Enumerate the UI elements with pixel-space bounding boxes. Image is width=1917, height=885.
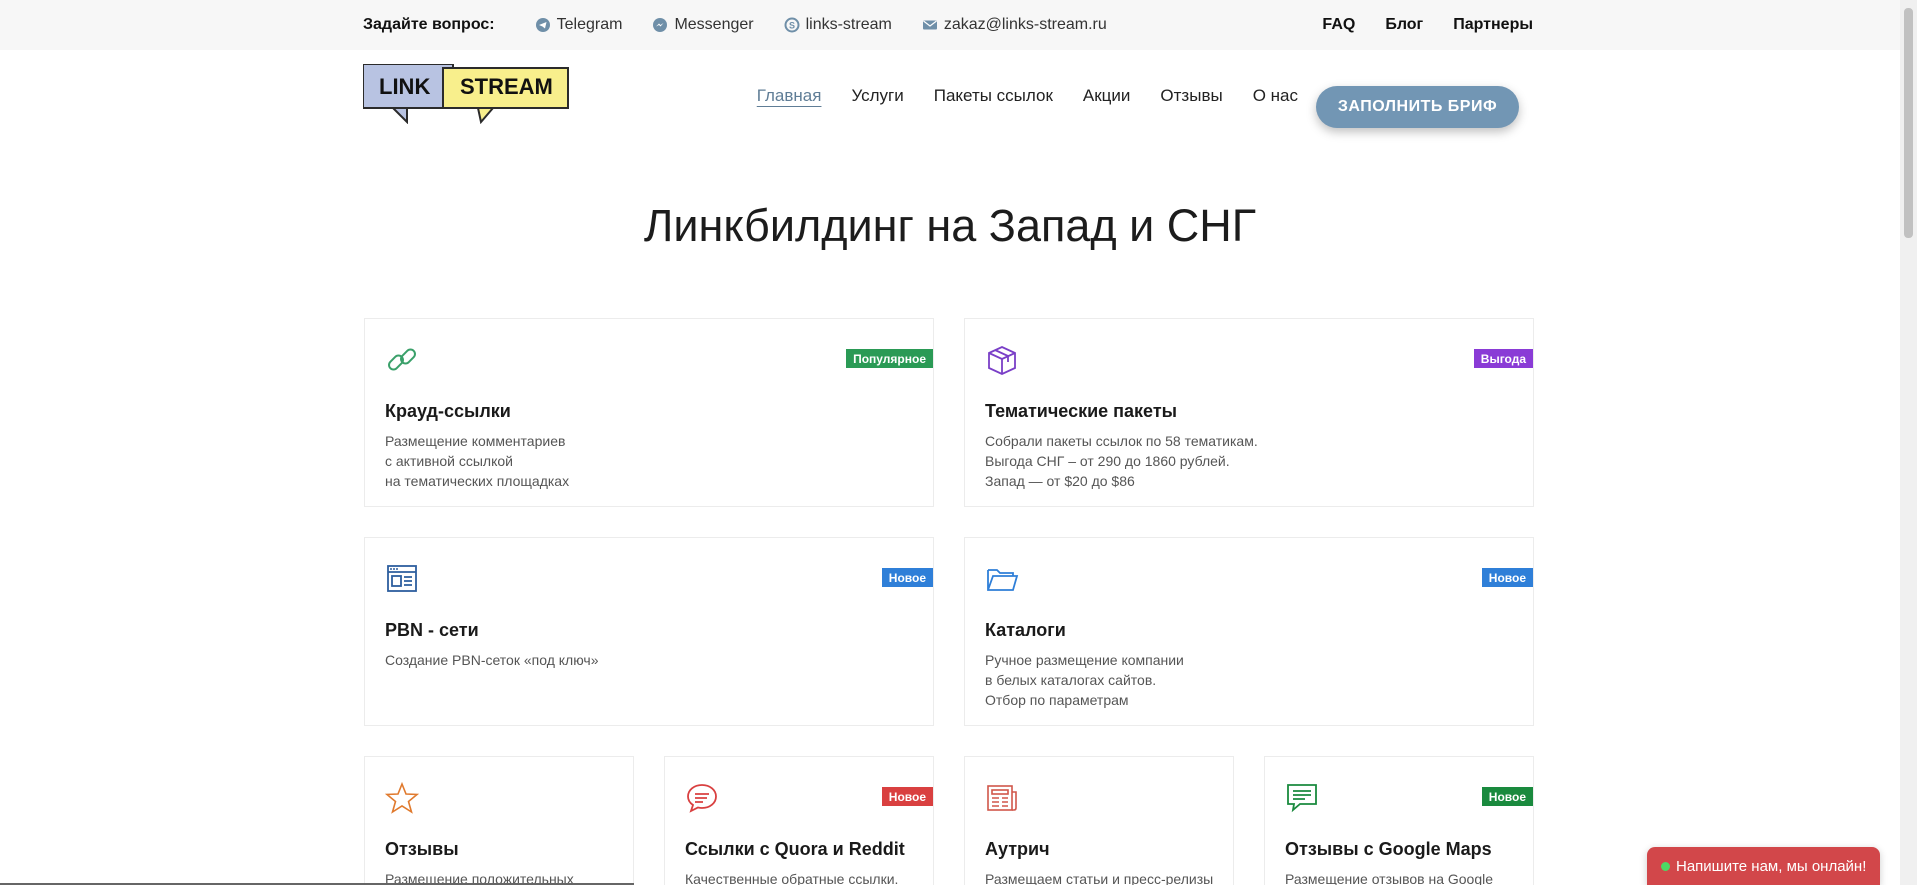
card-title: Отзывы с Google Maps	[1285, 839, 1492, 859]
online-chat-button[interactable]: Напишите нам, мы онлайн!	[1647, 847, 1880, 885]
service-card-catalogs[interactable]: Новое Каталоги Ручное размещение компани…	[964, 537, 1534, 726]
card-description: Собрали пакеты ссылок по 58 тематикам. В…	[985, 431, 1258, 491]
service-card-reviews[interactable]: Отзывы Размещение положительных	[364, 756, 634, 885]
nav-item-home[interactable]: Главная	[757, 86, 822, 106]
card-description: Создание PBN-сеток «под ключ»	[385, 650, 599, 670]
nav-item-packages[interactable]: Пакеты ссылок	[934, 86, 1053, 106]
card-title: Крауд-ссылки	[385, 401, 511, 421]
logo-text-right: STREAM	[460, 74, 553, 99]
badge-profit: Выгода	[1473, 349, 1533, 368]
box-icon	[985, 343, 1019, 377]
service-card-crowd-links[interactable]: Популярное Крауд-ссылки Размещение комме…	[364, 318, 934, 507]
nav-item-about[interactable]: О нас	[1253, 86, 1298, 106]
top-bar-inner: Задайте вопрос: Telegram Messenger S lin…	[363, 0, 1533, 50]
mail-icon	[922, 17, 938, 33]
card-title: Каталоги	[985, 620, 1066, 640]
badge-new: Новое	[881, 787, 933, 806]
star-icon	[384, 781, 420, 815]
card-title: Отзывы	[385, 839, 459, 859]
service-card-google-maps-reviews[interactable]: Новое Отзывы с Google Maps Размещение от…	[1264, 756, 1534, 885]
card-desc-line: с активной ссылкой	[385, 453, 513, 469]
contact-email[interactable]: zakaz@links-stream.ru	[922, 16, 1107, 34]
nav-item-services[interactable]: Услуги	[851, 86, 903, 106]
card-desc-line: Качественные обратные ссылки.	[685, 871, 899, 885]
header: LINK STREAM Главная Услуги Пакеты ссылок…	[362, 63, 1533, 134]
card-desc-line: Размещение отзывов на Google	[1285, 871, 1494, 885]
card-desc-line: Собрали пакеты ссылок по 58 тематикам.	[985, 433, 1258, 449]
card-title: Тематические пакеты	[985, 401, 1178, 421]
chat-label: Напишите нам, мы онлайн!	[1676, 857, 1867, 875]
main-nav: Главная Услуги Пакеты ссылок Акции Отзыв…	[757, 86, 1298, 106]
badge-new: Новое	[1481, 787, 1533, 806]
online-status-dot	[1661, 861, 1670, 871]
messenger-icon	[652, 17, 668, 33]
fill-brief-button[interactable]: ЗАПОЛНИТЬ БРИФ	[1316, 86, 1519, 128]
blog-link[interactable]: Блог	[1385, 16, 1423, 34]
contact-label: Telegram	[556, 16, 623, 33]
card-desc-line: Размещаем статьи и пресс-релизы	[985, 871, 1214, 885]
nav-item-reviews[interactable]: Отзывы	[1160, 86, 1222, 106]
top-bar: Задайте вопрос: Telegram Messenger S lin…	[0, 0, 1900, 50]
contact-messenger[interactable]: Messenger	[652, 16, 754, 34]
service-card-pbn[interactable]: Новое PBN - сети Создание PBN-сеток «под…	[364, 537, 934, 726]
top-links: FAQ Блог Партнеры	[1322, 16, 1533, 34]
chain-link-icon	[385, 343, 419, 377]
logo-text-left: LINK	[379, 74, 430, 99]
card-desc-line: Ручное размещение компании	[985, 652, 1184, 668]
service-card-quora-reddit[interactable]: Новое Ссылки с Quora и Reddit Качественн…	[664, 756, 934, 885]
card-description: Размещение отзывов на Google	[1285, 869, 1493, 885]
card-desc-line: в белых каталогах сайтов.	[985, 672, 1157, 688]
folder-icon	[985, 562, 1019, 596]
speech-bubble-icon	[685, 781, 719, 815]
card-desc-line: Создание PBN-сеток «под ключ»	[385, 652, 599, 668]
badge-popular: Популярное	[846, 349, 933, 368]
card-desc-line: на тематических площадках	[385, 473, 570, 489]
logo[interactable]: LINK STREAM	[362, 63, 573, 125]
faq-link[interactable]: FAQ	[1322, 16, 1355, 34]
page-title: Линкбилдинг на Запад и СНГ	[643, 200, 1257, 251]
page-scrollbar[interactable]	[1900, 0, 1917, 885]
card-desc-line: Отбор по параметрам	[985, 692, 1129, 708]
card-title: Аутрич	[985, 839, 1050, 859]
svg-text:S: S	[789, 21, 795, 31]
card-description: Ручное размещение компании в белых катал…	[985, 650, 1184, 710]
card-title: Ссылки с Quora и Reddit	[685, 839, 905, 859]
card-desc-line: Запад — от $20 до $86	[985, 473, 1135, 489]
ask-question-label: Задайте вопрос:	[363, 16, 495, 33]
nav-item-promos[interactable]: Акции	[1083, 86, 1131, 106]
badge-new: Новое	[881, 568, 933, 587]
chat-icon	[1285, 781, 1319, 815]
partners-link[interactable]: Партнеры	[1453, 16, 1533, 34]
newspaper-icon	[985, 781, 1019, 815]
service-card-thematic-packages[interactable]: Выгода Тематические пакеты Собрали пакет…	[964, 318, 1534, 507]
contact-skype[interactable]: S links-stream	[784, 16, 892, 34]
card-description: Размещаем статьи и пресс-релизы	[985, 869, 1213, 885]
contact-telegram[interactable]: Telegram	[535, 16, 623, 34]
card-desc-line: Выгода СНГ – от 290 до 1860 рублей.	[985, 453, 1230, 469]
website-icon	[385, 562, 419, 596]
telegram-icon	[535, 17, 551, 33]
service-card-outreach[interactable]: Аутрич Размещаем статьи и пресс-релизы	[964, 756, 1234, 885]
skype-icon: S	[784, 17, 800, 33]
card-desc-line: Размещение комментариев	[385, 433, 566, 449]
contact-label: links-stream	[805, 16, 892, 33]
contact-label: Messenger	[674, 16, 754, 33]
card-title: PBN - сети	[385, 620, 479, 640]
badge-new: Новое	[1481, 568, 1533, 587]
scrollbar-thumb[interactable]	[1904, 8, 1913, 238]
card-description: Качественные обратные ссылки.	[685, 869, 898, 885]
contact-label: zakaz@links-stream.ru	[943, 16, 1107, 33]
card-description: Размещение комментариев с активной ссылк…	[385, 431, 569, 491]
